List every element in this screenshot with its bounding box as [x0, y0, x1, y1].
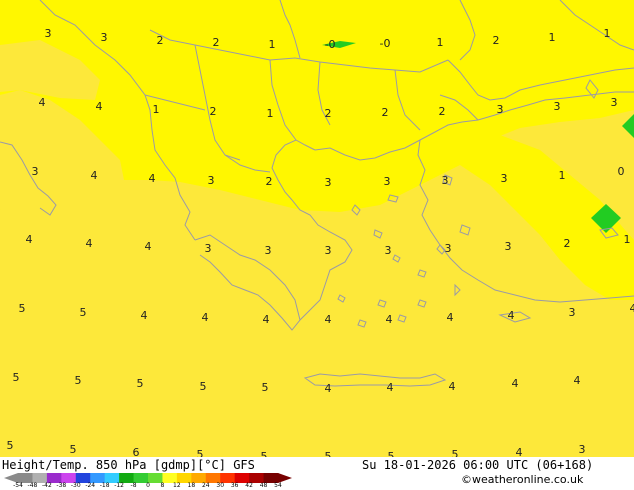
temperature-value: 4: [386, 381, 394, 394]
colorbar-tick-label: 0: [146, 482, 150, 489]
colorbar-tick-label: 30: [216, 482, 225, 489]
temperature-value: -0: [379, 37, 391, 50]
colorbar-tick-label: -54: [13, 482, 23, 489]
temperature-value: 4: [573, 374, 581, 387]
temperature-value: 5: [6, 439, 14, 452]
temperature-value: 3: [568, 306, 576, 319]
temperature-value: 4: [140, 309, 148, 322]
temperature-value: 2: [492, 34, 500, 47]
temperature-value: 4: [38, 96, 46, 109]
temperature-value: 2: [438, 105, 446, 118]
temperature-value: 3: [500, 172, 508, 185]
colorbar-tick-label: -18: [99, 482, 110, 489]
temperature-value: 3: [100, 31, 108, 44]
temperature-value: 3: [207, 174, 215, 187]
temperature-value: 2: [563, 237, 571, 250]
colorbar-tick-label: 36: [230, 482, 239, 489]
temperature-value: 4: [324, 313, 332, 326]
credit-link[interactable]: ©weatheronline.co.uk: [461, 473, 583, 486]
temperature-value: 4: [385, 313, 393, 326]
colorbar-tick-label: -48: [27, 482, 38, 489]
colorbar-tick-label: 42: [245, 482, 253, 489]
temperature-value: 3: [31, 165, 39, 178]
temperature-value: 4: [262, 313, 270, 326]
temperature-value: 3: [504, 240, 512, 253]
temperature-value: 2: [324, 107, 332, 120]
colorbar-tick-label: -8: [130, 482, 137, 489]
colorbar-tick-label: -42: [41, 482, 52, 489]
temperature-value: 4: [511, 377, 519, 390]
temperature-value: 3: [264, 244, 272, 257]
colorbar-tick-label: 8: [160, 482, 165, 489]
temperature-value: 3: [610, 96, 618, 109]
colorbar-tick-label: 24: [201, 482, 210, 489]
temperature-value: 3: [324, 176, 332, 189]
temperature-value: 3: [44, 27, 52, 40]
temperature-value: 4: [90, 169, 98, 182]
temperature-value: 5: [451, 448, 459, 458]
colorbar-tick-label: 18: [187, 482, 196, 489]
temperature-value: 4: [201, 311, 209, 324]
temperature-value: 1: [548, 31, 556, 44]
colorbar-tick-label: -38: [56, 482, 67, 489]
colorbar-tick-label: -12: [114, 482, 125, 489]
colorbar-tick-label: 54: [274, 482, 282, 489]
temperature-value: 2: [212, 36, 220, 49]
temperature-value: 1: [623, 233, 631, 246]
temperature-value: 4: [324, 382, 332, 395]
temperature-value: 3: [383, 175, 391, 188]
forecast-datetime: Su 18-01-2026 06:00 UTC (06+168): [362, 458, 594, 472]
temperature-value: 4: [148, 172, 156, 185]
temperature-value: 5: [196, 448, 204, 458]
temperature-value: 4: [144, 240, 152, 253]
temperature-value: 3: [444, 242, 452, 255]
temperature-value: 4: [515, 446, 523, 458]
colorbar-tick-label: 48: [259, 482, 268, 489]
temperature-value: 5: [18, 302, 26, 315]
temperature-value: 3: [384, 244, 392, 257]
temperature-value: 6: [132, 446, 140, 458]
temperature-value: 0: [617, 165, 625, 178]
footer-bar: Height/Temp. 850 hPa [gdmp][°C] GFS Su 1…: [0, 457, 634, 490]
temperature-value: 4: [25, 233, 33, 246]
temperature-value: 5: [12, 371, 20, 384]
map-canvas: [0, 0, 634, 457]
temperature-value: 5: [261, 381, 269, 394]
map-title: Height/Temp. 850 hPa [gdmp][°C] GFS: [2, 458, 255, 472]
temperature-value: 4: [95, 100, 103, 113]
temperature-value: 4: [507, 309, 515, 322]
temperature-value: 2: [209, 105, 217, 118]
temperature-value: 1: [268, 38, 276, 51]
colorbar-ticks: -54 -48 -42 -38 -30 -24 -18 -12 -8 0 8 12 18 24 30 36 42…: [0, 482, 300, 490]
temperature-value: 3: [204, 242, 212, 255]
temperature-value: 1: [603, 27, 611, 40]
temperature-value: 4: [446, 311, 454, 324]
temperature-value: 5: [79, 306, 87, 319]
colorbar-tick-label: 12: [173, 482, 181, 489]
temperature-value: 5: [74, 374, 82, 387]
map-area: 3 3 2 2 1 -0 -0 1 2 1 1 4 4 1 2 1 2 2 2 3 3 3 3 4 4 3 2 3 3 3 3 1 0 4 4 4 3 3…: [0, 0, 634, 457]
temperature-value: 1: [152, 103, 160, 116]
temperature-value: 5: [69, 443, 77, 456]
temperature-value: 1: [558, 169, 566, 182]
colorbar-tick-label: -24: [85, 482, 96, 489]
temperature-value: 1: [266, 107, 274, 120]
temperature-value: 2: [381, 106, 389, 119]
temperature-value: 3: [496, 103, 504, 116]
temperature-value: 1: [436, 36, 444, 49]
temperature-value: -0: [324, 38, 336, 51]
temperature-value: 3: [578, 443, 586, 456]
temperature-value: 5: [199, 380, 207, 393]
temperature-value: 4: [85, 237, 93, 250]
temperature-value: 2: [265, 175, 273, 188]
temperature-value: 4: [629, 302, 634, 315]
temperature-value: 3: [324, 244, 332, 257]
temperature-value: 3: [441, 174, 449, 187]
colorbar-tick-label: -30: [70, 482, 81, 489]
temperature-value: 4: [448, 380, 456, 393]
temperature-value: 3: [553, 100, 561, 113]
temperature-value: 5: [136, 377, 144, 390]
temperature-value: 2: [156, 34, 164, 47]
